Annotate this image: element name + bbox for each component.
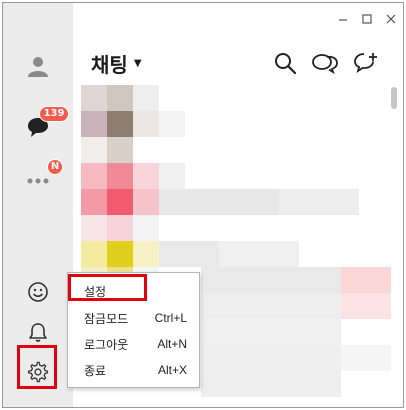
maximize-icon (362, 14, 372, 24)
blur-block (341, 267, 391, 293)
close-button[interactable] (385, 13, 397, 25)
open-chat-button[interactable] (311, 51, 338, 77)
blur-block (107, 85, 133, 111)
person-icon (28, 57, 48, 77)
bell-icon (29, 323, 47, 342)
settings-button-highlight (17, 345, 57, 389)
blur-block (81, 163, 107, 189)
emoticon-button[interactable] (24, 278, 52, 306)
menu-item-shortcut: Ctrl+L (154, 311, 187, 325)
blur-block (133, 215, 159, 241)
blur-block (279, 189, 359, 215)
blur-block (107, 241, 133, 267)
blur-block (159, 241, 219, 267)
more-dots-icon (27, 178, 49, 184)
minimize-button[interactable] (337, 13, 349, 25)
blur-block (201, 345, 341, 371)
blur-block (201, 319, 341, 345)
blur-block (219, 241, 299, 267)
notification-button[interactable] (24, 318, 52, 346)
open-chat-icon (312, 54, 338, 75)
window-controls (337, 13, 397, 25)
menu-item-shortcut: Alt+X (157, 363, 187, 377)
blur-block (133, 189, 159, 215)
blur-block (159, 189, 279, 215)
new-chat-icon (354, 53, 377, 74)
search-button[interactable] (273, 51, 299, 77)
smiley-icon (28, 282, 48, 302)
settings-menu-highlight (68, 274, 147, 301)
blur-block (81, 215, 107, 241)
new-chat-button[interactable] (353, 51, 379, 77)
blur-block (107, 137, 133, 163)
blur-block (107, 215, 133, 241)
blur-block (341, 293, 391, 319)
chat-list-scrollbar[interactable] (391, 85, 397, 385)
blur-block (133, 85, 159, 111)
blur-block (81, 137, 107, 163)
page-title: 채팅 (91, 53, 128, 77)
blur-block (201, 267, 341, 293)
minimize-icon (339, 19, 347, 21)
blur-block (81, 241, 107, 267)
unread-count-badge: 139 (39, 106, 69, 122)
blur-block (107, 163, 133, 189)
blur-block (81, 111, 107, 137)
blur-block (341, 345, 391, 371)
new-badge: N (47, 159, 63, 175)
menu-item-logout[interactable]: 로그아웃 Alt+N (68, 332, 199, 356)
friends-tab[interactable] (24, 52, 52, 80)
menu-item-lock-mode[interactable]: 잠금모드 Ctrl+L (68, 306, 199, 330)
chevron-down-icon: ▼ (133, 58, 142, 69)
blur-block (81, 85, 107, 111)
blur-block (133, 111, 159, 137)
close-icon (386, 14, 396, 24)
blur-block (133, 163, 159, 189)
blur-block (133, 241, 159, 267)
blur-block (107, 111, 133, 137)
scroll-thumb[interactable] (391, 87, 397, 109)
blur-block (159, 163, 185, 189)
menu-item-quit[interactable]: 종료 Alt+X (68, 358, 199, 382)
blur-block (81, 189, 107, 215)
page-title-dropdown[interactable]: 채팅 ▼ (91, 49, 142, 78)
maximize-button[interactable] (361, 13, 373, 25)
blur-block (201, 293, 341, 319)
menu-item-shortcut: Alt+N (157, 337, 187, 351)
search-icon (275, 53, 297, 75)
app-window: 139 N 채팅 ▼ 설정 잠금모드 Ctrl+L 로그아웃 Alt+N 종료 … (2, 2, 404, 408)
blur-block (201, 371, 341, 397)
blur-block (107, 189, 133, 215)
blur-block (159, 111, 185, 137)
